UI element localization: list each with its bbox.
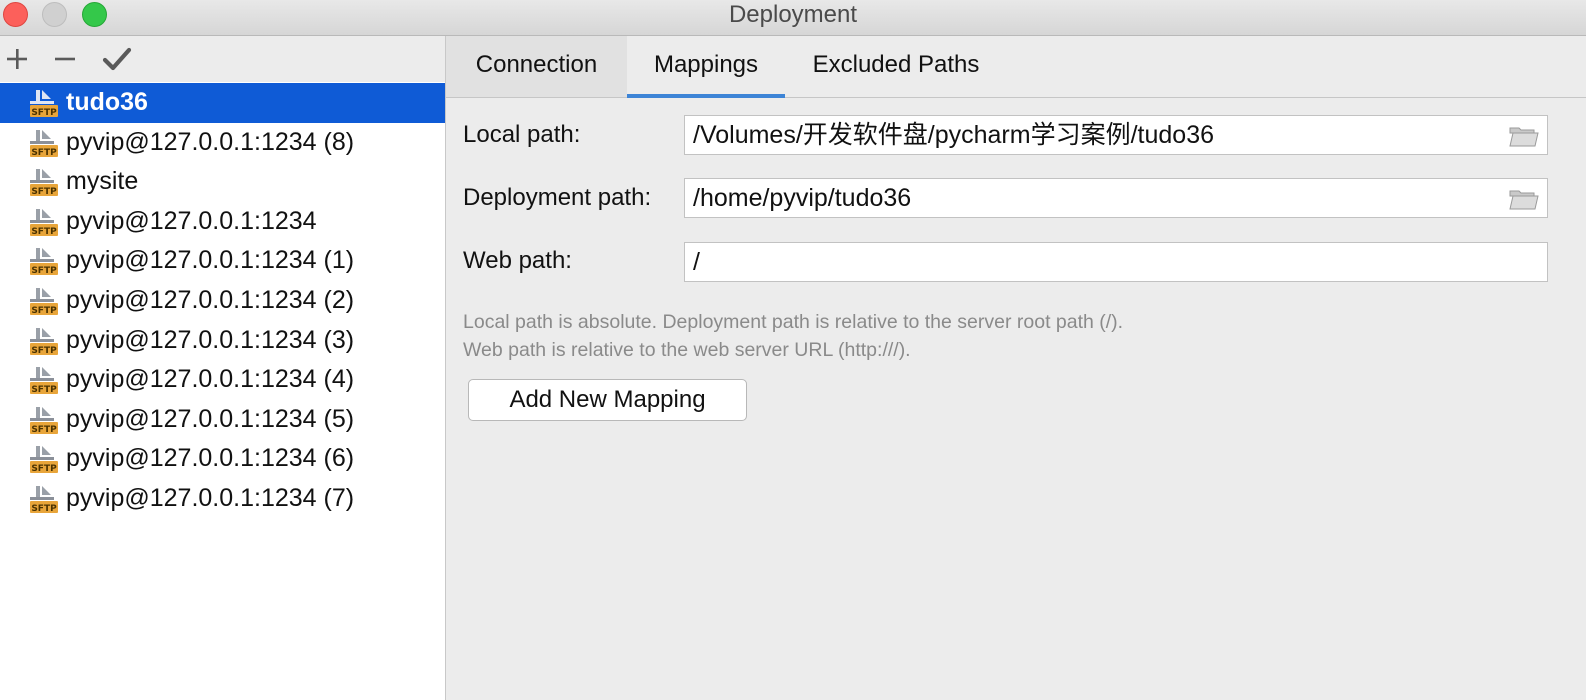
window-title: Deployment bbox=[728, 1, 858, 28]
local-path-field[interactable]: /Volumes/开发软件盘/pycharm学习案例/tudo36 bbox=[684, 115, 1548, 155]
sftp-icon: SFTP bbox=[30, 485, 58, 514]
server-list-item[interactable]: SFTP mysite bbox=[0, 162, 445, 202]
plus-icon bbox=[7, 49, 27, 69]
server-list-pane: SFTP tudo36 SFTP pyvip@127.0.0.1:1234 (8) SF… bbox=[0, 36, 446, 700]
add-new-mapping-button[interactable]: Add New Mapping bbox=[468, 379, 747, 421]
sftp-icon: SFTP bbox=[30, 367, 58, 395]
server-list-item-label: pyvip@127.0.0.1:1234 bbox=[66, 206, 317, 235]
server-list-item-label: mysite bbox=[66, 167, 139, 196]
tab-connection[interactable]: Connection bbox=[446, 36, 627, 97]
server-list-item-label: pyvip@127.0.0.1:1234 (1) bbox=[66, 246, 355, 275]
local-path-label: Local path: bbox=[463, 121, 581, 148]
web-path-label: Web path: bbox=[463, 247, 572, 274]
svg-text:SFTP: SFTP bbox=[31, 306, 57, 316]
sftp-icon: SFTP bbox=[30, 287, 58, 316]
server-toolbar bbox=[0, 36, 445, 82]
server-list-item-label: pyvip@127.0.0.1:1234 (8) bbox=[66, 127, 355, 156]
browse-folder-icon[interactable] bbox=[1509, 125, 1539, 147]
sftp-icon: SFTP bbox=[30, 90, 58, 118]
server-list-item[interactable]: SFTP pyvip@127.0.0.1:1234 (6) bbox=[0, 439, 445, 479]
server-list-item[interactable]: SFTP pyvip@127.0.0.1:1234 (4) bbox=[0, 360, 445, 400]
path-hint-line-2: Web path is relative to the web server U… bbox=[463, 339, 911, 361]
tab-bar: Connection Mappings Excluded Paths bbox=[446, 36, 1586, 98]
svg-text:SFTP: SFTP bbox=[31, 425, 57, 435]
sftp-icon: SFTP bbox=[30, 208, 58, 237]
web-path-field[interactable]: / bbox=[684, 242, 1548, 282]
svg-text:SFTP: SFTP bbox=[31, 385, 57, 395]
checkmark-icon bbox=[102, 47, 132, 71]
svg-text:SFTP: SFTP bbox=[31, 464, 57, 474]
server-list-item-label: pyvip@127.0.0.1:1234 (4) bbox=[66, 365, 355, 394]
server-list-item-label: pyvip@127.0.0.1:1234 (5) bbox=[66, 404, 355, 433]
svg-text:SFTP: SFTP bbox=[31, 108, 57, 118]
add-server-button[interactable] bbox=[0, 42, 34, 76]
svg-text:SFTP: SFTP bbox=[31, 187, 57, 197]
deployment-path-value: /home/pyvip/tudo36 bbox=[693, 184, 912, 212]
sftp-icon: SFTP bbox=[30, 446, 58, 474]
server-list-item[interactable]: SFTP pyvip@127.0.0.1:1234 (2) bbox=[0, 281, 445, 321]
svg-text:SFTP: SFTP bbox=[31, 346, 57, 356]
sftp-icon: SFTP bbox=[30, 169, 58, 197]
remove-server-button[interactable] bbox=[48, 42, 82, 76]
sftp-icon: SFTP bbox=[30, 248, 58, 276]
web-path-value: / bbox=[693, 248, 700, 276]
svg-text:SFTP: SFTP bbox=[31, 227, 57, 237]
server-list-item-label: pyvip@127.0.0.1:1234 (6) bbox=[66, 444, 355, 473]
server-list-item[interactable]: SFTP pyvip@127.0.0.1:1234 (5) bbox=[0, 400, 445, 440]
server-list-item-label: pyvip@127.0.0.1:1234 (7) bbox=[66, 483, 355, 512]
server-list-item[interactable]: SFTP pyvip@127.0.0.1:1234 (3) bbox=[0, 321, 445, 361]
server-list-item[interactable]: SFTP pyvip@127.0.0.1:1234 (7) bbox=[0, 479, 445, 519]
server-list-item-label: pyvip@127.0.0.1:1234 (2) bbox=[66, 285, 355, 314]
sftp-icon: SFTP bbox=[30, 129, 58, 158]
browse-folder-icon[interactable] bbox=[1509, 188, 1539, 210]
tab-mappings[interactable]: Mappings bbox=[627, 36, 785, 98]
set-default-server-button[interactable] bbox=[100, 42, 134, 76]
server-list-item[interactable]: SFTP pyvip@127.0.0.1:1234 bbox=[0, 202, 445, 242]
deployment-path-label: Deployment path: bbox=[463, 184, 652, 211]
path-hint-line-1: Local path is absolute. Deployment path … bbox=[463, 311, 1124, 333]
server-list-item[interactable]: SFTP tudo36 bbox=[0, 83, 445, 123]
server-list-item-label: tudo36 bbox=[66, 88, 148, 116]
local-path-value: /Volumes/开发软件盘/pycharm学习案例/tudo36 bbox=[693, 121, 1214, 149]
server-list-item-label: pyvip@127.0.0.1:1234 (3) bbox=[66, 325, 355, 354]
deployment-path-field[interactable]: /home/pyvip/tudo36 bbox=[684, 178, 1548, 218]
sftp-icon: SFTP bbox=[30, 327, 58, 356]
server-list: SFTP tudo36 SFTP pyvip@127.0.0.1:1234 (8) SF… bbox=[0, 83, 445, 519]
server-list-item[interactable]: SFTP pyvip@127.0.0.1:1234 (8) bbox=[0, 123, 445, 163]
minus-icon bbox=[55, 57, 75, 61]
svg-text:SFTP: SFTP bbox=[31, 266, 57, 276]
sftp-icon: SFTP bbox=[30, 406, 58, 435]
tab-excluded-paths[interactable]: Excluded Paths bbox=[785, 36, 1007, 97]
server-list-item[interactable]: SFTP pyvip@127.0.0.1:1234 (1) bbox=[0, 241, 445, 281]
svg-text:SFTP: SFTP bbox=[31, 148, 57, 158]
svg-text:SFTP: SFTP bbox=[31, 504, 57, 514]
title-bar: Deployment bbox=[0, 0, 1586, 36]
